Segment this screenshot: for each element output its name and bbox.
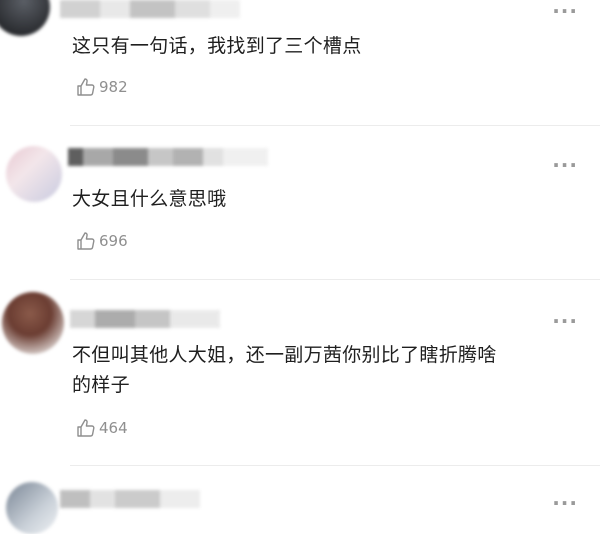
like-count: 696 xyxy=(99,232,128,250)
username-blurred[interactable] xyxy=(60,0,240,18)
username-blurred[interactable] xyxy=(70,310,220,328)
thumbs-up-icon xyxy=(77,232,95,250)
like-button[interactable]: 982 xyxy=(76,77,128,97)
comment-text-line: 不但叫其他人大姐，还一副万茜你别比了瞎折腾啥 xyxy=(72,344,497,366)
more-options-icon[interactable]: ··· xyxy=(552,1,578,21)
username-blurred[interactable] xyxy=(60,490,200,508)
comment-item: ··· 这只有一句话，我找到了三个槽点 982 xyxy=(0,0,600,125)
username-blurred[interactable] xyxy=(68,148,268,166)
avatar[interactable] xyxy=(6,482,58,534)
like-count: 464 xyxy=(99,419,128,437)
like-count: 982 xyxy=(99,78,128,96)
comment-text-line: 的样子 xyxy=(72,374,130,396)
like-button[interactable]: 464 xyxy=(76,418,128,438)
thumbs-up-icon xyxy=(77,419,95,437)
avatar[interactable] xyxy=(0,0,50,36)
comment-item: ··· 不但叫其他人大姐，还一副万茜你别比了瞎折腾啥 的样子 464 xyxy=(0,280,600,465)
comment-item: ··· xyxy=(0,466,600,534)
more-options-icon[interactable]: ··· xyxy=(552,155,578,175)
more-options-icon[interactable]: ··· xyxy=(552,493,578,513)
comment-item: ··· 大女且什么意思哦 696 xyxy=(0,126,600,279)
more-options-icon[interactable]: ··· xyxy=(552,311,578,331)
comment-text: 大女且什么意思哦 xyxy=(72,188,227,210)
comment-text: 这只有一句话，我找到了三个槽点 xyxy=(72,35,362,57)
avatar[interactable] xyxy=(6,146,62,202)
avatar[interactable] xyxy=(2,292,64,354)
thumbs-up-icon xyxy=(77,78,95,96)
comment-text: 不但叫其他人大姐，还一副万茜你别比了瞎折腾啥 的样子 xyxy=(72,340,497,400)
like-button[interactable]: 696 xyxy=(76,231,128,251)
